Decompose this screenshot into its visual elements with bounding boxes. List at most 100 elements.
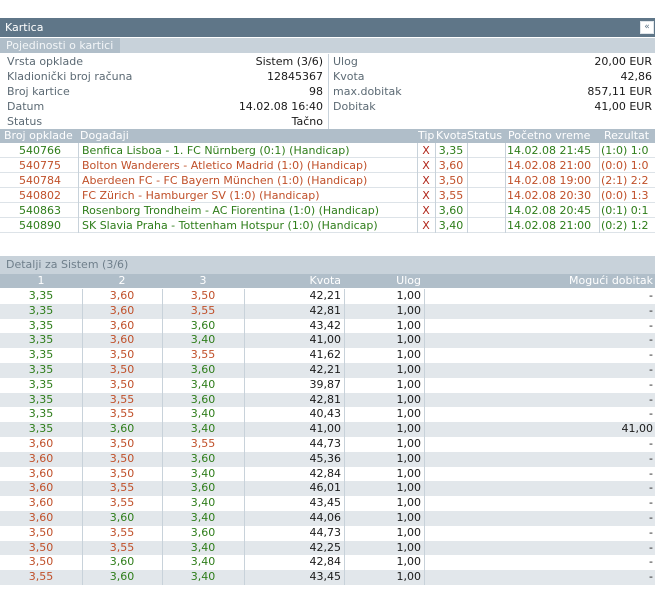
bet-kvota: 3,60 — [438, 159, 464, 172]
sys-cell-1: 3,35 — [28, 348, 54, 362]
sys-cell-1: 3,35 — [28, 303, 54, 317]
sys-cell-2: 3,55 — [109, 540, 135, 554]
sys-dobitak: - — [649, 318, 653, 332]
bet-tip: X — [422, 159, 430, 172]
system-row: 3,55 3,60 3,40 43,45 1,00 - — [0, 570, 655, 585]
col-kvota: Kvota — [309, 274, 341, 287]
sys-kvota: 44,73 — [309, 525, 342, 539]
col-kvota: Kvota — [436, 129, 466, 142]
sys-ulog: 1,00 — [396, 348, 422, 362]
bet-kvota: 3,50 — [438, 174, 464, 187]
sys-cell-2: 3,50 — [109, 348, 135, 362]
sys-ulog: 1,00 — [396, 377, 422, 391]
sys-kvota: 42,84 — [309, 466, 342, 480]
bet-row[interactable]: 540775 Bolton Wanderers - Atletico Madri… — [0, 158, 655, 173]
sys-dobitak: - — [649, 362, 653, 376]
sys-kvota: 42,25 — [309, 540, 342, 554]
detail-row: Status Tačno — [0, 114, 327, 129]
bet-result: (1:0) 1:0 — [601, 144, 649, 157]
bet-result: (0:2) 1:2 — [601, 219, 649, 232]
sys-cell-2: 3,60 — [109, 510, 135, 524]
bet-result: (2:1) 2:2 — [601, 174, 649, 187]
sys-cell-3: 3,60 — [190, 451, 216, 465]
sys-cell-2: 3,55 — [109, 392, 135, 406]
system-table-header: 1 2 3 Kvota Ulog Mogući dobitak — [0, 274, 655, 288]
sys-cell-2: 3,50 — [109, 466, 135, 480]
sys-cell-3: 3,60 — [190, 392, 216, 406]
sys-dobitak: - — [649, 436, 653, 450]
col-status: Status — [467, 129, 503, 142]
system-row: 3,50 3,55 3,40 42,25 1,00 - — [0, 540, 655, 556]
sys-cell-2: 3,60 — [109, 570, 135, 584]
bet-row[interactable]: 540890 SK Slavia Praha - Tottenham Hotsp… — [0, 218, 655, 233]
double-chevron-icon[interactable]: « — [640, 21, 654, 34]
bet-row[interactable]: 540784 Aberdeen FC - FC Bayern München (… — [0, 173, 655, 188]
bet-event: Rosenborg Trondheim - AC Fiorentina (1:0… — [82, 204, 379, 217]
sys-cell-3: 3,55 — [190, 436, 216, 450]
bet-row[interactable]: 540863 Rosenborg Trondheim - AC Fiorenti… — [0, 203, 655, 218]
sys-cell-2: 3,60 — [109, 555, 135, 569]
system-row: 3,60 3,50 3,60 45,36 1,00 - — [0, 451, 655, 467]
sys-dobitak: - — [649, 481, 653, 495]
sys-dobitak: - — [649, 392, 653, 406]
sys-cell-1: 3,35 — [28, 318, 54, 332]
bet-kvota: 3,40 — [438, 219, 464, 232]
sys-ulog: 1,00 — [396, 525, 422, 539]
bet-row[interactable]: 540766 Benfica Lisboa - 1. FC Nürnberg (… — [0, 143, 655, 158]
bet-id: 540775 — [19, 159, 61, 172]
bet-row[interactable]: 540802 FC Zürich - Hamburger SV (1:0) (H… — [0, 188, 655, 203]
bet-event: Aberdeen FC - FC Bayern München (1:0) (H… — [82, 174, 368, 187]
sys-cell-3: 3,40 — [190, 333, 216, 347]
sys-cell-1: 3,60 — [28, 510, 54, 524]
sys-cell-2: 3,60 — [109, 333, 135, 347]
system-row: 3,35 3,55 3,60 42,81 1,00 - — [0, 392, 655, 408]
sys-cell-2: 3,50 — [109, 436, 135, 450]
sys-ulog: 1,00 — [396, 407, 422, 421]
system-row: 3,35 3,50 3,55 41,62 1,00 - — [0, 348, 655, 363]
sys-kvota: 42,84 — [309, 555, 342, 569]
sys-dobitak: - — [649, 303, 653, 317]
sys-ulog: 1,00 — [396, 392, 422, 406]
sys-dobitak: - — [649, 289, 653, 302]
bet-result: (0:1) 0:1 — [601, 204, 649, 217]
sys-cell-3: 3,40 — [190, 422, 216, 436]
col-start: Početno vreme — [508, 129, 591, 142]
sys-dobitak: - — [649, 570, 653, 584]
sys-kvota: 43,42 — [309, 318, 342, 332]
sys-cell-1: 3,35 — [28, 289, 54, 302]
sys-cell-3: 3,40 — [190, 496, 216, 510]
sys-cell-3: 3,60 — [190, 481, 216, 495]
bets-table: 540766 Benfica Lisboa - 1. FC Nürnberg (… — [0, 143, 655, 233]
col-event: Događaji — [80, 129, 129, 142]
col-possible-win: Mogući dobitak — [569, 274, 653, 287]
sys-cell-3: 3,60 — [190, 362, 216, 376]
sys-ulog: 1,00 — [396, 510, 422, 524]
sys-cell-1: 3,50 — [28, 525, 54, 539]
sys-cell-3: 3,55 — [190, 303, 216, 317]
details-subtitle: Pojedinosti o kartici — [0, 38, 120, 53]
bet-tip: X — [422, 204, 430, 217]
sys-kvota: 42,21 — [309, 289, 342, 302]
sys-cell-2: 3,55 — [109, 496, 135, 510]
details-divider — [328, 54, 329, 129]
bet-result: (0:0) 1:3 — [601, 189, 649, 202]
sys-cell-3: 3,40 — [190, 377, 216, 391]
col-ulog: Ulog — [396, 274, 421, 287]
system-row: 3,35 3,60 3,60 43,42 1,00 - — [0, 318, 655, 334]
sys-cell-3: 3,40 — [190, 540, 216, 554]
system-row: 3,35 3,50 3,40 39,87 1,00 - — [0, 377, 655, 393]
system-row: 3,35 3,60 3,55 42,81 1,00 - — [0, 303, 655, 319]
sys-ulog: 1,00 — [396, 570, 422, 584]
sys-kvota: 46,01 — [309, 481, 342, 495]
sys-kvota: 43,45 — [309, 496, 342, 510]
sys-kvota: 41,00 — [309, 422, 342, 436]
system-row: 3,35 3,55 3,40 40,43 1,00 - — [0, 407, 655, 423]
sys-cell-1: 3,50 — [28, 540, 54, 554]
sys-ulog: 1,00 — [396, 540, 422, 554]
bet-tip: X — [422, 219, 430, 232]
bet-tip: X — [422, 189, 430, 202]
subheader-band — [120, 38, 655, 53]
bet-kvota: 3,55 — [438, 189, 464, 202]
bet-tip: X — [422, 174, 430, 187]
sys-cell-2: 3,60 — [109, 289, 135, 302]
